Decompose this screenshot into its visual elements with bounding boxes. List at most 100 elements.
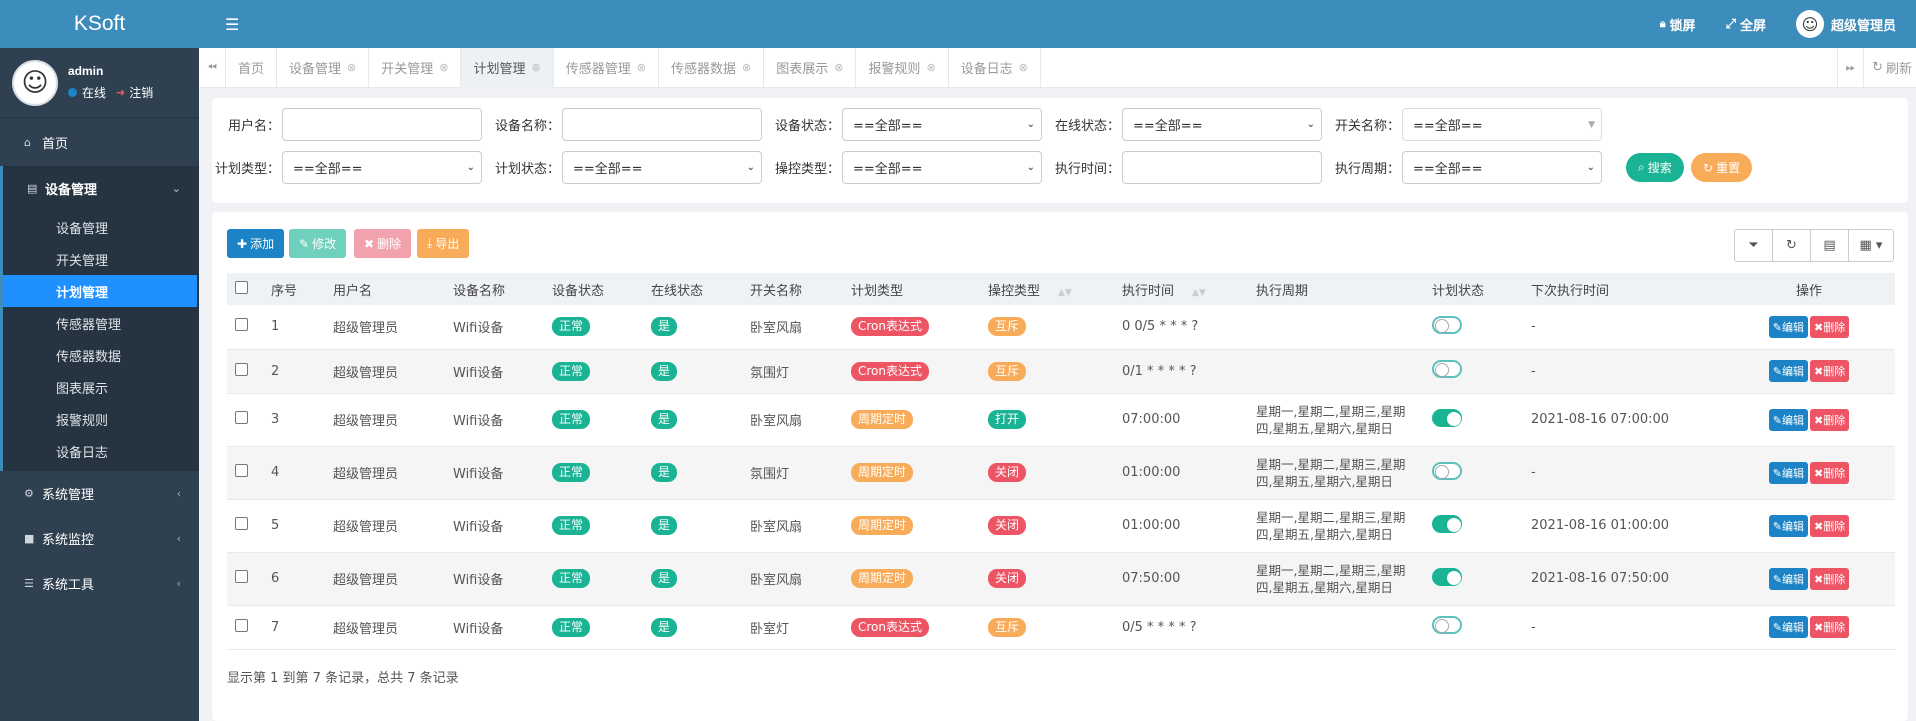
logout-link[interactable]: 注销 (129, 84, 153, 101)
row-edit-button[interactable]: ✎编辑 (1768, 408, 1808, 431)
exec-period-select[interactable]: ==全部== ⌄ (1402, 151, 1602, 184)
lock-screen-button[interactable]: 🔒︎ 锁屏 (1660, 15, 1696, 34)
plan-status-toggle[interactable] (1432, 461, 1462, 480)
col-header-control-type[interactable]: 操控类型 ▲▼ (980, 273, 1114, 305)
close-icon[interactable]: ⊗ (347, 61, 356, 74)
online-status-select[interactable]: ==全部== ⌄ (1122, 108, 1322, 141)
row-edit-button[interactable]: ✎编辑 (1768, 461, 1808, 484)
exec-time-input[interactable] (1122, 151, 1322, 184)
logout-icon[interactable]: ➜ (116, 86, 125, 99)
plan-status-toggle[interactable] (1432, 567, 1462, 586)
plan-status-select[interactable]: ==全部== ⌄ (562, 151, 762, 184)
close-icon[interactable]: ⊗ (637, 61, 646, 74)
table-row[interactable]: 4 超级管理员 Wifi设备 正常 是 氛围灯 周期定时 关闭 01:00:00 星期一,星期二,… (227, 446, 1895, 500)
edit-button[interactable]: ✎ 修改 (289, 229, 347, 258)
plan-status-toggle[interactable] (1432, 408, 1462, 427)
close-icon[interactable]: ⊗ (834, 61, 843, 74)
close-icon[interactable]: ⊗ (742, 61, 751, 74)
sidebar-item-switch-manage[interactable]: 开关管理 (3, 243, 199, 275)
filter-icon[interactable]: ⏷ (1734, 229, 1773, 262)
row-delete-button[interactable]: ✖删除 (1810, 360, 1850, 382)
tab-sensor-data[interactable]: 传感器数据 ⊗ (659, 47, 765, 88)
col-header-exec-time[interactable]: 执行时间 ▲▼ (1114, 273, 1248, 305)
table-row[interactable]: 1 超级管理员 Wifi设备 正常 是 卧室风扇 Cron表达式 互斥 0 0/5 * * * … (227, 305, 1895, 350)
control-type-select[interactable]: ==全部== ⌄ (842, 151, 1042, 184)
tab-device-log[interactable]: 设备日志 ⊗ (949, 47, 1041, 88)
sidebar-item-device-log[interactable]: 设备日志 (3, 435, 199, 467)
plan-type-select[interactable]: ==全部== ⌄ (282, 151, 482, 184)
brand-logo[interactable]: KSoft (0, 0, 199, 48)
table-row[interactable]: 3 超级管理员 Wifi设备 正常 是 卧室风扇 周期定时 打开 07:00:00 星期一,星期二… (227, 393, 1895, 447)
delete-button[interactable]: ✖ 删除 (354, 229, 412, 258)
row-checkbox[interactable] (235, 464, 248, 477)
row-edit-button[interactable]: ✎编辑 (1768, 315, 1808, 338)
menu-toggle-icon[interactable]: ☰ (225, 15, 239, 34)
row-checkbox[interactable] (235, 517, 248, 530)
sidebar-item-alarm-rules[interactable]: 报警规则 (3, 403, 199, 435)
sidebar-item-home[interactable]: ⌂ 首页 (0, 118, 199, 166)
sidebar-item-system-tools[interactable]: ☰ 系统工具 ‹ (0, 561, 199, 606)
row-edit-button[interactable]: ✎编辑 (1768, 567, 1808, 590)
fullscreen-button[interactable]: ⤢ 全屏 (1726, 15, 1766, 34)
tab-scroll-left-icon[interactable]: ⏪︎ (199, 47, 226, 88)
tab-scroll-right-icon[interactable]: ⏩︎ (1837, 47, 1865, 88)
row-delete-button[interactable]: ✖删除 (1810, 567, 1850, 590)
plan-status-toggle[interactable] (1432, 616, 1462, 634)
reset-button[interactable]: ↻ 重置 (1691, 153, 1753, 182)
table-row[interactable]: 2 超级管理员 Wifi设备 正常 是 氛围灯 Cron表达式 互斥 0/1 * * * * ?… (227, 349, 1895, 394)
sidebar-item-device-manage[interactable]: 设备管理 (3, 211, 199, 243)
close-icon[interactable]: ⊗ (439, 61, 448, 74)
device-status-select[interactable]: ==全部== ⌄ (842, 108, 1042, 141)
avatar[interactable]: ☺ (12, 59, 58, 106)
row-checkbox[interactable] (235, 618, 248, 632)
row-checkbox[interactable] (235, 411, 248, 424)
row-checkbox[interactable] (235, 318, 248, 332)
row-delete-button[interactable]: ✖删除 (1810, 315, 1850, 338)
select-all-checkbox[interactable] (235, 280, 248, 294)
add-button[interactable]: ✚ 添加 (227, 229, 285, 258)
tab-home[interactable]: 首页 (226, 47, 278, 88)
tab-charts[interactable]: 图表展示 ⊗ (764, 47, 857, 88)
refresh-button[interactable]: ↻ 刷新 (1864, 58, 1916, 77)
tab-sensor-manage[interactable]: 传感器管理 ⊗ (554, 47, 659, 88)
row-delete-button[interactable]: ✖删除 (1810, 514, 1850, 537)
plan-status-toggle[interactable] (1432, 360, 1462, 378)
tab-switch-manage[interactable]: 开关管理 ⊗ (369, 47, 462, 88)
username-field: 用户名： (212, 108, 482, 141)
export-button[interactable]: ⤓ 导出 (417, 229, 470, 258)
sidebar-item-charts[interactable]: 图表展示 (3, 371, 199, 403)
close-icon[interactable]: ⊗ (926, 61, 935, 74)
sidebar-item-plan-manage[interactable]: 计划管理 (3, 275, 197, 307)
tab-device-manage[interactable]: 设备管理 ⊗ (277, 47, 370, 88)
columns-icon[interactable]: ▦ ▾ (1848, 229, 1894, 262)
close-icon[interactable]: ⊗ (1019, 61, 1028, 74)
table-row[interactable]: 6 超级管理员 Wifi设备 正常 是 卧室风扇 周期定时 关闭 07:50:00 星期一,星期二… (227, 552, 1895, 606)
sidebar-item-system-monitor[interactable]: ■ 系统监控 ‹ (0, 516, 199, 561)
tab-plan-manage[interactable]: 计划管理 ⊗ (461, 47, 554, 88)
row-edit-button[interactable]: ✎编辑 (1768, 616, 1808, 638)
plan-status-toggle[interactable] (1432, 315, 1462, 334)
sidebar-item-sensor-data[interactable]: 传感器数据 (3, 339, 199, 371)
account-menu[interactable]: ☺ 超级管理员 (1795, 10, 1896, 38)
table-row[interactable]: 7 超级管理员 Wifi设备 正常 是 卧室灯 Cron表达式 互斥 0/5 * * * * ?… (227, 605, 1895, 650)
tab-alarm-rules[interactable]: 报警规则 ⊗ (856, 47, 949, 88)
search-button[interactable]: ⌕ 搜索 (1626, 153, 1684, 182)
switch-name-select[interactable]: ==全部== ▼ (1402, 108, 1602, 141)
sidebar-item-sensor-manage[interactable]: 传感器管理 (3, 307, 199, 339)
row-delete-button[interactable]: ✖删除 (1810, 461, 1850, 484)
row-edit-button[interactable]: ✎编辑 (1768, 360, 1808, 382)
row-checkbox[interactable] (235, 570, 248, 583)
row-delete-button[interactable]: ✖删除 (1810, 408, 1850, 431)
sidebar-item-device-group[interactable]: ▤ 设备管理 ⌄ (0, 166, 199, 211)
close-icon[interactable]: ⊗ (532, 61, 541, 74)
table-row[interactable]: 5 超级管理员 Wifi设备 正常 是 卧室风扇 周期定时 关闭 01:00:00 星期一,星期二… (227, 499, 1895, 553)
username-input[interactable] (282, 108, 482, 141)
row-edit-button[interactable]: ✎编辑 (1768, 514, 1808, 537)
plan-status-toggle[interactable] (1432, 514, 1462, 533)
sidebar-item-system-manage[interactable]: ⚙ 系统管理 ‹ (0, 471, 199, 516)
toggle-view-icon[interactable]: ▤ (1810, 229, 1849, 262)
row-checkbox[interactable] (235, 362, 248, 376)
row-delete-button[interactable]: ✖删除 (1810, 616, 1850, 638)
refresh-icon[interactable]: ↻ (1772, 229, 1811, 262)
device-name-input[interactable] (562, 108, 762, 141)
